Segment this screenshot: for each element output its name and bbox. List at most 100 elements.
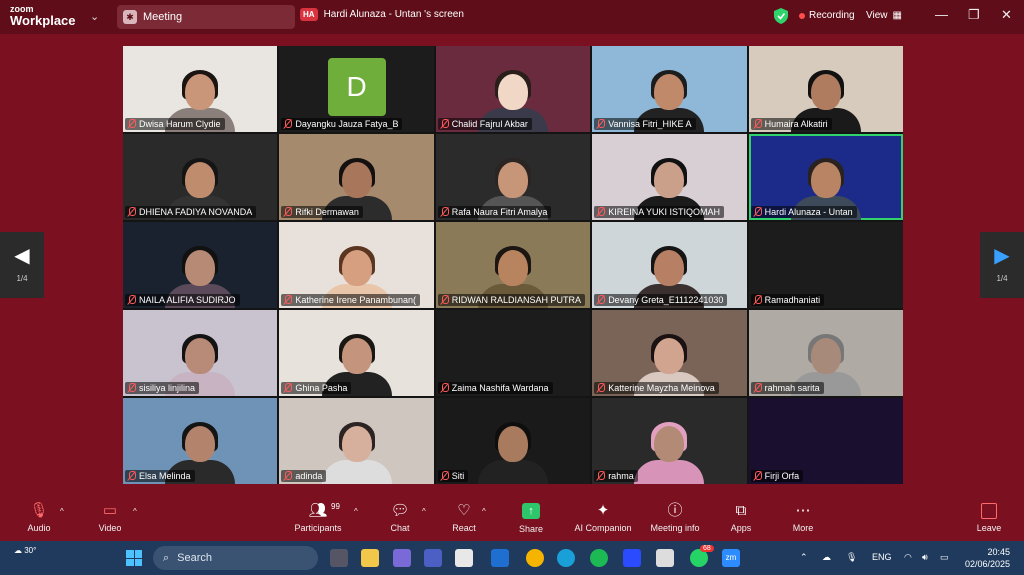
participant-tile[interactable]: NAILA ALIFIA SUDIRJO	[123, 222, 278, 308]
share-button[interactable]: ↑ Share	[517, 501, 545, 534]
copilot-icon[interactable]	[393, 549, 411, 567]
participant-name-tag: Zaima Nashifa Wardana	[437, 382, 553, 394]
slash-app-icon[interactable]	[623, 549, 641, 567]
close-icon[interactable]: ✕	[1001, 7, 1012, 23]
apps-label: Apps	[730, 523, 752, 533]
microphone-tray-icon[interactable]: 🎙︎	[846, 552, 857, 563]
participant-tile[interactable]: Firji Orfa	[748, 398, 903, 484]
calendar-icon[interactable]	[455, 549, 473, 567]
volume-icon[interactable]: 🔊︎	[922, 552, 928, 563]
participant-tile[interactable]: Katterine Mayzha Meinova	[592, 310, 747, 396]
ai-companion-button[interactable]: ✦ AI Companion	[572, 501, 634, 533]
leave-button[interactable]: Leave	[975, 501, 1003, 533]
sparkle-icon: ✦	[596, 502, 610, 519]
participant-name-tag: RIDWAN RALDIANSAH PUTRA	[437, 294, 585, 306]
participant-name-tag: Firji Orfa	[750, 470, 804, 482]
view-button[interactable]: View ▦	[866, 10, 902, 21]
mydigital-icon[interactable]	[491, 549, 509, 567]
chrome-icon[interactable]	[526, 549, 544, 567]
participant-tile[interactable]: Rifki Dermawan	[279, 134, 434, 220]
microphone-muted-icon	[753, 471, 762, 481]
participant-tile[interactable]: Hardi Alunaza - Untan	[748, 134, 903, 220]
participant-tile[interactable]: Katherine Irene Panambunan(	[279, 222, 434, 308]
taskbar-search[interactable]: ⌕ Search	[153, 546, 318, 570]
participant-tile[interactable]: Elsa Melinda	[123, 398, 278, 484]
participant-name-tag: Elsa Melinda	[125, 470, 195, 482]
microphone-muted-icon	[440, 119, 449, 129]
participant-tile[interactable]: rahma	[592, 398, 747, 484]
onedrive-cloud-icon[interactable]: ☁	[822, 552, 831, 563]
participant-name-tag: rahma	[594, 470, 638, 482]
video-options-caret-icon[interactable]: ^	[133, 507, 137, 516]
tray-overflow-chevron-icon[interactable]: ⌃	[800, 552, 808, 563]
zoom-logo[interactable]: zoom Workplace	[10, 5, 76, 28]
participant-tile[interactable]: Zaima Nashifa Wardana	[435, 310, 591, 396]
language-indicator[interactable]: ENG	[872, 552, 892, 562]
more-button[interactable]: ⋯ More	[789, 501, 817, 533]
participant-tile[interactable]: Siti	[435, 398, 591, 484]
chevron-down-icon[interactable]: ⌄	[90, 10, 99, 23]
participant-name-tag: rahmah sarita	[750, 382, 824, 394]
microphone-muted-icon	[596, 383, 606, 393]
participants-caret-icon[interactable]: ^	[354, 507, 358, 516]
whatsapp-badge: 68	[700, 545, 714, 552]
participant-tile[interactable]: Ramadhaniati	[748, 222, 903, 308]
next-page-button[interactable]: ▶ 1/4	[980, 232, 1024, 298]
apps-button[interactable]: ⧉ Apps	[727, 501, 755, 533]
react-caret-icon[interactable]: ^	[482, 507, 486, 516]
page-indicator-left: 1/4	[16, 274, 28, 283]
previous-page-button[interactable]: ◀ 1/4	[0, 232, 44, 298]
chat-caret-icon[interactable]: ^	[422, 507, 426, 516]
participant-tile[interactable]: RIDWAN RALDIANSAH PUTRA	[435, 222, 591, 308]
participant-tile[interactable]: sisiliya linjilina	[123, 310, 278, 396]
participant-tile[interactable]: Humaira Alkatiri	[748, 46, 903, 132]
participant-tile[interactable]: adinda	[279, 398, 434, 484]
weather-widget[interactable]: ☁ 30°	[14, 546, 36, 555]
recording-indicator[interactable]: Recording	[799, 10, 855, 21]
participant-tile[interactable]: Devany Greta_E1112241030	[592, 222, 747, 308]
participant-tile[interactable]: KIREINA YUKI ISTIQOMAH	[592, 134, 747, 220]
participant-tile[interactable]: Rafa Naura Fitri Amalya	[435, 134, 591, 220]
file-explorer-icon[interactable]	[361, 549, 379, 567]
audio-options-caret-icon[interactable]: ^	[60, 507, 64, 516]
start-button[interactable]	[126, 550, 142, 566]
teams-icon[interactable]	[424, 549, 442, 567]
chat-button[interactable]: 💬︎ Chat	[387, 501, 413, 533]
participant-tile[interactable]: Vannisa Fitri_HIKE A	[592, 46, 747, 132]
participant-tile[interactable]: Chalid Fajrul Akbar	[435, 46, 591, 132]
microphone-muted-icon	[753, 295, 762, 305]
participant-tile[interactable]: rahmah sarita	[748, 310, 903, 396]
video-button[interactable]: ▭ Video	[95, 501, 125, 533]
edge-icon[interactable]	[557, 549, 575, 567]
participant-name: Rifki Dermawan	[295, 207, 359, 217]
participant-tile[interactable]: D Dayangku Jauza Fatya_B	[279, 46, 434, 132]
microphone-muted-icon	[440, 471, 449, 481]
wifi-icon[interactable]: ◠	[904, 552, 912, 563]
participant-name-tag: Dwisa Harum Clydie	[125, 118, 225, 130]
participant-name: rahmah sarita	[764, 383, 820, 393]
participant-tile[interactable]: Dwisa Harum Clydie	[123, 46, 278, 132]
restore-icon[interactable]: ❐	[968, 7, 980, 23]
zoom-taskbar-icon[interactable]: zm	[722, 549, 740, 567]
security-shield-icon[interactable]	[774, 8, 788, 24]
minimize-icon[interactable]: —	[935, 7, 948, 22]
microphone-muted-icon	[283, 383, 293, 393]
battery-icon[interactable]: ▭	[940, 552, 949, 563]
tab-shared-screen[interactable]: HA Hardi Alunaza - Untan 's screen	[300, 8, 464, 21]
audio-button[interactable]: 🎙︎ Audio	[24, 501, 54, 533]
meeting-info-button[interactable]: ⓘ Meeting info	[648, 501, 702, 533]
clock[interactable]: 20:45 02/06/2025	[965, 546, 1010, 570]
spotify-icon[interactable]	[590, 549, 608, 567]
react-button[interactable]: ♡ React	[450, 501, 478, 533]
video-label: Video	[98, 523, 122, 533]
tab-meeting[interactable]: ✱ Meeting	[117, 5, 295, 29]
chat-bubble-icon: 💬︎	[390, 502, 410, 519]
participant-name-tag: KIREINA YUKI ISTIQOMAH	[594, 206, 725, 218]
task-view-icon[interactable]	[330, 549, 348, 567]
participants-count: 99	[331, 502, 340, 511]
participant-tile[interactable]: Ghina Pasha	[279, 310, 434, 396]
cube-app-icon[interactable]	[656, 549, 674, 567]
participant-name-tag: Hardi Alunaza - Untan	[750, 206, 857, 218]
participant-tile[interactable]: DHIENA FADIYA NOVANDA	[123, 134, 278, 220]
leave-label: Leave	[976, 523, 1002, 533]
